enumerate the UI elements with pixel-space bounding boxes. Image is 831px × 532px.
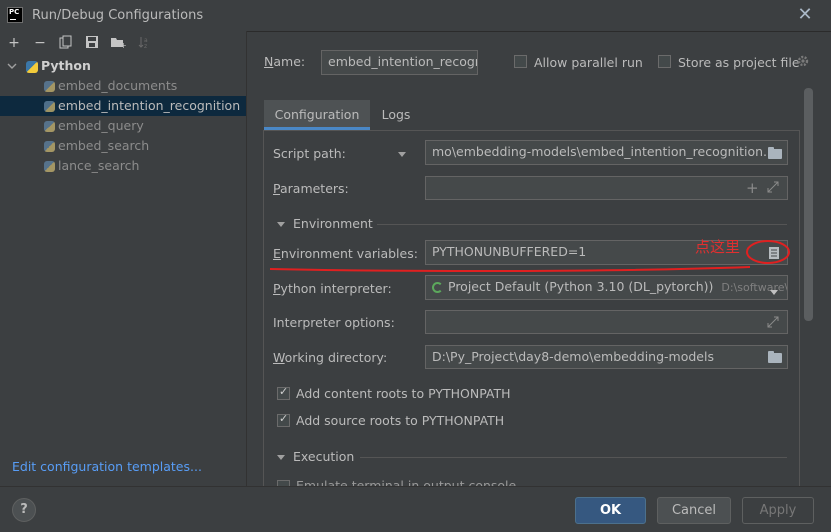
chevron-down-icon[interactable]: [7, 56, 17, 76]
working-dir-label: Working directory:: [273, 350, 388, 365]
folder-icon[interactable]: [768, 147, 782, 159]
interpreter-status-icon: [432, 282, 443, 293]
tree-item[interactable]: embed_documents: [0, 76, 246, 96]
config-toolbar: + − + az: [0, 31, 246, 55]
window-title: Run/Debug Configurations: [32, 8, 204, 23]
emulate-terminal-label[interactable]: Emulate terminal in output console: [296, 478, 516, 486]
tree-item[interactable]: embed_search: [0, 136, 246, 156]
interpreter-path: D:\software\A: [721, 281, 788, 294]
pane-divider[interactable]: [246, 31, 247, 486]
content-roots-label[interactable]: Add content roots to PYTHONPATH: [296, 386, 511, 401]
copy-icon[interactable]: [58, 35, 74, 51]
tree-item-label: embed_intention_recognition: [58, 98, 241, 113]
interpreter-options-field[interactable]: [425, 310, 788, 334]
script-type-dropdown[interactable]: [398, 146, 406, 161]
execution-label: Execution: [293, 449, 355, 464]
content-roots-checkbox[interactable]: [277, 385, 290, 400]
source-roots-label[interactable]: Add source roots to PYTHONPATH: [296, 413, 504, 428]
expand-icon[interactable]: [767, 316, 779, 331]
tree-root-label: Python: [41, 58, 91, 73]
environment-section-title[interactable]: Environment: [277, 216, 373, 231]
add-param-icon[interactable]: +: [746, 179, 759, 197]
tree-item-selected[interactable]: embed_intention_recognition: [0, 96, 246, 116]
python-config-icon: [44, 141, 55, 152]
chevron-down-icon[interactable]: [277, 222, 285, 227]
tree-item-label: lance_search: [58, 158, 140, 173]
expand-icon[interactable]: [767, 181, 779, 196]
edit-templates-link[interactable]: Edit configuration templates...: [12, 459, 202, 474]
help-button[interactable]: ?: [12, 498, 36, 522]
close-icon[interactable]: ✕: [795, 6, 815, 26]
allow-parallel-checkbox[interactable]: [514, 55, 527, 68]
sort-icon[interactable]: az: [136, 35, 152, 51]
pycharm-logo-icon: PC: [7, 7, 23, 23]
tree-item-label: embed_search: [58, 138, 150, 153]
interpreter-label: Python interpreter:: [273, 281, 392, 296]
parameters-field[interactable]: [425, 176, 788, 200]
store-project-checkbox[interactable]: [658, 55, 671, 68]
remove-icon[interactable]: −: [32, 35, 48, 51]
tab-logs[interactable]: Logs: [370, 100, 422, 130]
section-divider: [377, 224, 787, 225]
parameters-label: Parameters:: [273, 181, 349, 196]
logo-text: PC: [9, 8, 20, 16]
environment-label: Environment: [293, 216, 373, 231]
interpreter-value: Project Default (Python 3.10 (DL_pytorch…: [448, 279, 714, 294]
tree-item[interactable]: embed_query: [0, 116, 246, 136]
svg-text:+: +: [120, 41, 126, 49]
python-config-icon: [44, 101, 55, 112]
apply-button[interactable]: Apply: [742, 497, 814, 524]
tree-item[interactable]: lance_search: [0, 156, 246, 176]
save-icon[interactable]: [84, 35, 100, 51]
source-roots-checkbox[interactable]: [277, 412, 290, 427]
dropdown-arrow-icon[interactable]: [770, 284, 778, 299]
tree-node-python[interactable]: Python: [0, 56, 246, 76]
ok-button[interactable]: OK: [575, 497, 646, 524]
python-config-icon: [44, 161, 55, 172]
name-field[interactable]: embed_intention_recogni: [321, 50, 478, 75]
execution-section-title[interactable]: Execution: [277, 449, 354, 464]
python-config-icon: [44, 81, 55, 92]
script-path-label: Script path:: [273, 146, 346, 161]
gear-icon[interactable]: [796, 54, 810, 71]
name-label: Name:: [264, 54, 306, 69]
script-path-field[interactable]: mo\embedding-models\embed_intention_reco…: [425, 140, 788, 165]
new-folder-icon[interactable]: +: [110, 35, 127, 51]
chevron-down-icon[interactable]: [277, 455, 285, 460]
tab-configuration[interactable]: Configuration: [264, 100, 370, 130]
tree-item-label: embed_documents: [58, 78, 178, 93]
interpreter-select[interactable]: Project Default (Python 3.10 (DL_pytorch…: [425, 275, 788, 300]
svg-text:z: z: [144, 43, 147, 49]
working-dir-field[interactable]: D:\Py_Project\day8-demo\embedding-models: [425, 345, 788, 369]
section-divider: [360, 457, 787, 458]
annotation-text: 点这里: [695, 238, 741, 256]
python-config-icon: [44, 121, 55, 132]
add-icon[interactable]: +: [6, 35, 22, 51]
folder-icon[interactable]: [768, 351, 782, 363]
cancel-button[interactable]: Cancel: [657, 497, 731, 524]
interpreter-options-label: Interpreter options:: [273, 315, 395, 330]
store-project-label[interactable]: Store as project file: [678, 55, 800, 70]
tree-item-label: embed_query: [58, 118, 144, 133]
scrollbar[interactable]: [804, 88, 813, 321]
python-icon: [26, 60, 38, 73]
allow-parallel-label[interactable]: Allow parallel run: [534, 55, 643, 70]
